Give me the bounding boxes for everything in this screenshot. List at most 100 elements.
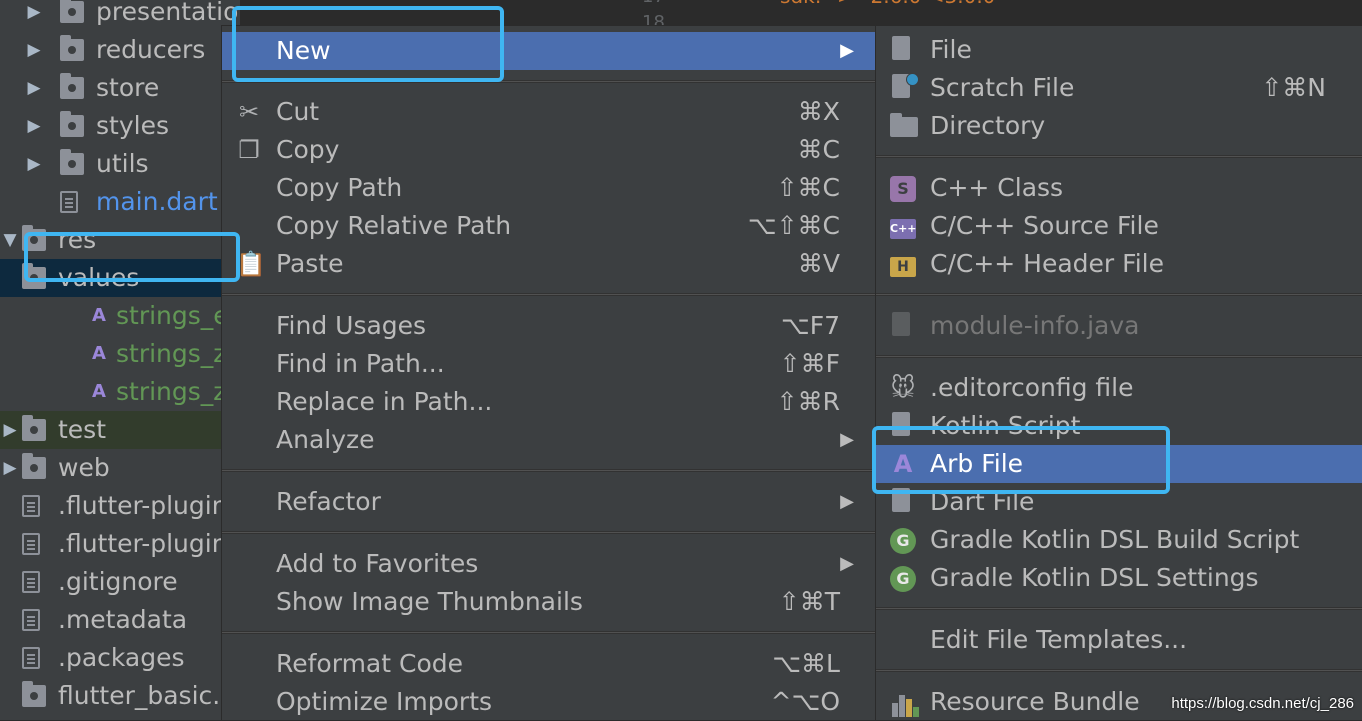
tree-item[interactable]: .metadata — [0, 601, 240, 639]
tree-item-label: test — [58, 415, 107, 444]
menu-item-shortcut: ⇧⌘R — [776, 387, 840, 416]
tree-item-label: strings_z — [116, 339, 227, 368]
submenu-item-cpp-source[interactable]: C++ C/C++ Source File — [876, 207, 1362, 245]
tree-item[interactable]: .flutter-plugin — [0, 487, 240, 525]
menu-separator — [222, 469, 876, 472]
menu-item-label: Gradle Kotlin DSL Settings — [930, 563, 1259, 592]
tree-item-label: presentation — [96, 0, 240, 26]
menu-item-label: Arb File — [930, 449, 1024, 478]
menu-separator — [876, 607, 1362, 610]
copy-icon: ❐ — [238, 136, 260, 164]
java-file-icon — [892, 312, 910, 336]
menu-item-refactor[interactable]: Refactor ▶ — [222, 483, 876, 521]
tree-item[interactable]: flutter_basic. — [0, 677, 240, 715]
chevron-right-icon[interactable]: ▶ — [0, 449, 20, 487]
submenu-item-gradle-settings[interactable]: G Gradle Kotlin DSL Settings — [876, 559, 1362, 597]
tree-item[interactable]: Astrings_z — [0, 373, 240, 411]
tree-item[interactable]: .packages — [0, 639, 240, 677]
tree-item[interactable]: main.dart — [0, 183, 240, 221]
menu-item-shortcut: ⌥F7 — [780, 311, 840, 340]
menu-item-new[interactable]: New ▶ — [222, 32, 876, 70]
tree-item[interactable]: Astrings_e — [0, 297, 240, 335]
tree-item[interactable]: ▼ res — [0, 221, 240, 259]
tree-item-label: strings_z — [116, 377, 227, 406]
submenu-item-dart-file[interactable]: Dart File — [876, 483, 1362, 521]
tree-item-label: store — [96, 73, 160, 102]
tree-item-label: .gitignore — [58, 567, 178, 596]
gradle-icon: G — [890, 528, 916, 554]
arb-file-icon: A — [92, 381, 106, 402]
tree-item-label: values — [58, 263, 140, 292]
menu-item-label: C/C++ Source File — [930, 211, 1159, 240]
menu-separator — [222, 80, 876, 83]
submenu-item-gradle-build-script[interactable]: G Gradle Kotlin DSL Build Script — [876, 521, 1362, 559]
menu-item-find-usages[interactable]: Find Usages ⌥F7 — [222, 307, 876, 345]
chevron-right-icon[interactable]: ▶ — [24, 107, 44, 145]
tree-item[interactable]: pubspec.lock — [0, 715, 240, 720]
menu-item-optimize-imports[interactable]: Optimize Imports ^⌥O — [222, 683, 876, 721]
menu-item-paste[interactable]: 📋 Paste ⌘V — [222, 245, 876, 283]
menu-item-add-to-favorites[interactable]: Add to Favorites ▶ — [222, 545, 876, 583]
menu-item-replace-in-path[interactable]: Replace in Path... ⇧⌘R — [222, 383, 876, 421]
menu-separator — [222, 631, 876, 634]
menu-item-shortcut: ⌥⌘L — [772, 649, 840, 678]
tree-item[interactable]: Astrings_z — [0, 335, 240, 373]
tree-item[interactable]: ▼values — [0, 259, 240, 297]
submenu-item-cpp-header[interactable]: H C/C++ Header File — [876, 245, 1362, 283]
cpp-class-icon: S — [890, 176, 916, 202]
chevron-right-icon[interactable]: ▶ — [24, 31, 44, 69]
submenu-item-arb-file[interactable]: A Arb File — [876, 445, 1362, 483]
tree-item-label: res — [58, 225, 97, 254]
menu-item-label: module-info.java — [930, 311, 1140, 340]
tree-item[interactable]: .flutter-plugin — [0, 525, 240, 563]
arb-file-icon: A — [92, 305, 106, 326]
menu-item-label: Optimize Imports — [276, 687, 493, 716]
file-icon — [22, 571, 40, 593]
chevron-down-icon[interactable]: ▼ — [0, 221, 20, 259]
editor-area: 17 18 sdk: ">=2.6.0 <3.0.0" — [630, 0, 1362, 33]
submenu-item-directory[interactable]: Directory — [876, 107, 1362, 145]
dart-file-icon — [60, 191, 78, 213]
chevron-right-icon: ▶ — [840, 491, 854, 512]
folder-icon — [60, 0, 84, 23]
tree-item[interactable]: ▶ store — [0, 69, 240, 107]
menu-item-analyze[interactable]: Analyze ▶ — [222, 421, 876, 459]
menu-separator — [876, 293, 1362, 296]
tree-item-label: pubspec.lock — [58, 715, 222, 720]
tree-item[interactable]: ▶ styles — [0, 107, 240, 145]
submenu-item-cpp-class[interactable]: S C++ Class — [876, 169, 1362, 207]
tree-item[interactable]: ▶ presentation — [0, 0, 240, 31]
menu-item-copy-relative-path[interactable]: Copy Relative Path ⌥⇧⌘C — [222, 207, 876, 245]
submenu-item-edit-file-templates[interactable]: Edit File Templates... — [876, 621, 1362, 659]
submenu-item-file[interactable]: File — [876, 31, 1362, 69]
chevron-right-icon[interactable]: ▶ — [0, 411, 20, 449]
submenu-item-editorconfig[interactable]: 🐭 .editorconfig file — [876, 369, 1362, 407]
file-icon — [22, 495, 40, 517]
menu-item-show-image-thumbnails[interactable]: Show Image Thumbnails ⇧⌘T — [222, 583, 876, 621]
menu-item-label: Dart File — [930, 487, 1035, 516]
menu-item-find-in-path[interactable]: Find in Path... ⇧⌘F — [222, 345, 876, 383]
file-icon — [892, 36, 910, 60]
context-menu: New ▶ ✂ Cut ⌘X ❐ Copy ⌘C Copy Path ⇧⌘C C… — [222, 26, 876, 720]
tree-item-label: .flutter-plugin — [58, 529, 228, 558]
tree-item[interactable]: ▶ reducers — [0, 31, 240, 69]
tree-item[interactable]: ▶ web — [0, 449, 240, 487]
chevron-right-icon[interactable]: ▶ — [24, 0, 44, 31]
menu-item-label: C/C++ Header File — [930, 249, 1164, 278]
submenu-item-scratch-file[interactable]: Scratch File ⇧⌘N — [876, 69, 1362, 107]
menu-item-label: C++ Class — [930, 173, 1064, 202]
new-submenu: File Scratch File ⇧⌘N Directory S C++ Cl… — [876, 26, 1362, 720]
chevron-right-icon[interactable]: ▶ — [24, 145, 44, 183]
menu-item-copy[interactable]: ❐ Copy ⌘C — [222, 131, 876, 169]
tree-item[interactable]: ▶ test — [0, 411, 240, 449]
submenu-item-kotlin-script[interactable]: Kotlin Script — [876, 407, 1362, 445]
menu-item-label: Find in Path... — [276, 349, 445, 378]
menu-item-reformat-code[interactable]: Reformat Code ⌥⌘L — [222, 645, 876, 683]
chevron-right-icon[interactable]: ▶ — [24, 69, 44, 107]
folder-icon — [22, 263, 46, 289]
menu-item-cut[interactable]: ✂ Cut ⌘X — [222, 93, 876, 131]
tree-item[interactable]: .gitignore — [0, 563, 240, 601]
menu-separator — [876, 155, 1362, 158]
menu-item-copy-path[interactable]: Copy Path ⇧⌘C — [222, 169, 876, 207]
tree-item[interactable]: ▶ utils — [0, 145, 240, 183]
